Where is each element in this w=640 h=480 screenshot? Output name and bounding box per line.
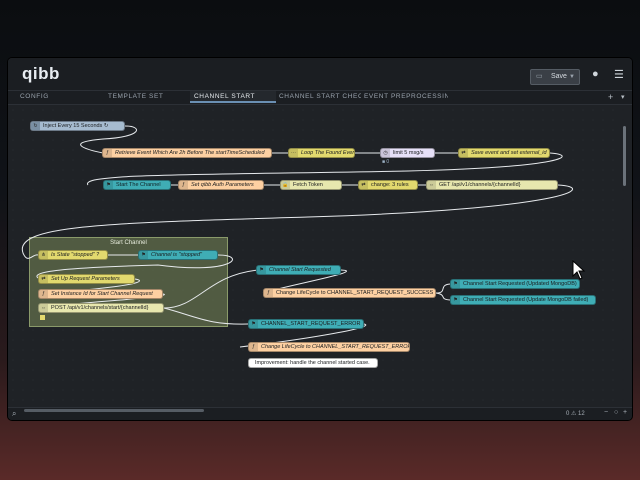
node-label: Set qibb Auth Parameters xyxy=(191,182,254,188)
flow-tabs: CONFIG TEMPLATE SET CHANNEL START CHANNE… xyxy=(8,91,632,105)
chevron-down-icon[interactable]: ▼ xyxy=(569,70,575,84)
change-node-rules[interactable]: ⇄ change: 3 rules xyxy=(358,180,418,190)
node-label: Inject Every 15 Seconds ↻ xyxy=(43,123,109,129)
link-node-start-requested[interactable]: ⚑ Channel Start Requested xyxy=(256,265,341,275)
node-label: Channel Start Requested (Updated MongoDB… xyxy=(463,281,577,287)
clock-icon: ◷ xyxy=(381,149,390,157)
node-label: POST /api/v1/channels/start/{channelId} xyxy=(51,305,149,311)
function-node-retrieve[interactable]: ƒ Retrieve Event Which Are 2h Before The… xyxy=(102,148,272,158)
split-icon: ⋯ xyxy=(289,149,298,157)
node-label: Change LifeCycle to CHANNEL_START_REQUES… xyxy=(276,290,434,296)
node-label: Change LifeCycle to CHANNEL_START_REQUES… xyxy=(261,344,410,350)
status-counts[interactable]: 0 ⚠ 12 xyxy=(566,410,585,417)
function-node-lifecycle-success[interactable]: ƒ Change LifeCycle to CHANNEL_START_REQU… xyxy=(263,288,436,298)
node-label: Is State "stopped" ? xyxy=(51,252,100,258)
link-node-updated-mongodb[interactable]: ⚑ Channel Start Requested (Updated Mongo… xyxy=(450,279,580,289)
flag-icon: ⚑ xyxy=(139,251,148,259)
flag-icon: ⚑ xyxy=(257,266,266,274)
tab-template-set[interactable]: TEMPLATE SET xyxy=(108,91,186,103)
flag-icon: ⚑ xyxy=(451,280,460,288)
function-node-instance-id[interactable]: ƒ Set Instance Id for Start Channel Requ… xyxy=(38,289,163,299)
search-icon[interactable]: ⌕ xyxy=(12,409,16,419)
inject-node[interactable]: ↻ Inject Every 15 Seconds ↻ xyxy=(30,121,125,131)
save-icon: ▭ xyxy=(536,73,543,80)
change-node-request-params[interactable]: ⇄ Set Up Request Parameters xyxy=(38,274,135,284)
function-node-auth[interactable]: ƒ Set qibb Auth Parameters xyxy=(178,180,264,190)
link-node-start-channel[interactable]: ⚑ Start The Channel xyxy=(103,180,171,190)
horizontal-scrollbar[interactable] xyxy=(24,409,204,412)
split-node-loop[interactable]: ⋯ Loop The Found Events xyxy=(288,148,355,158)
switch-icon: ⋔ xyxy=(39,251,48,259)
flag-icon: ⚑ xyxy=(104,181,113,189)
http-get-node[interactable]: ⇔ GET /api/v1/channels/{channelId} xyxy=(426,180,558,190)
zoom-reset-button[interactable]: ○ xyxy=(614,409,618,416)
node-label: limit 5 msg/s xyxy=(393,150,424,156)
tab-channel-start-check[interactable]: CHANNEL START CHECK xyxy=(279,91,361,103)
node-label: Channel is "stopped" xyxy=(151,252,202,258)
tab-channel-start[interactable]: CHANNEL START xyxy=(190,91,276,103)
header-bar: qibb ▭ Save ▼ ● ☰ xyxy=(8,58,632,91)
node-label: GET /api/v1/channels/{channelId} xyxy=(439,182,521,188)
inject-icon: ↻ xyxy=(31,122,40,130)
change-icon: ⇄ xyxy=(459,149,468,157)
tab-event-preprocessing[interactable]: EVENT PREPROCESSING xyxy=(364,91,448,103)
vertical-scrollbar[interactable] xyxy=(623,126,626,186)
menu-icon[interactable]: ☰ xyxy=(614,68,624,81)
node-label: Channel Start Requested xyxy=(269,267,331,273)
link-node-request-error[interactable]: ⚑ CHANNEL_START_REQUEST_ERROR xyxy=(248,319,364,329)
node-label: Set Instance Id for Start Channel Reques… xyxy=(51,291,153,297)
zoom-out-button[interactable]: − xyxy=(604,409,608,416)
function-node-lifecycle-error[interactable]: ƒ Change LifeCycle to CHANNEL_START_REQU… xyxy=(248,342,410,352)
change-icon: ⇄ xyxy=(39,275,48,283)
save-button[interactable]: ▭ Save ▼ xyxy=(530,69,580,85)
node-label: change: 3 rules xyxy=(371,182,409,188)
change-icon: ⇄ xyxy=(359,181,368,189)
http-icon: ⇔ xyxy=(427,181,436,189)
link-node-update-failed[interactable]: ⚑ Channel Start Requested (Update MongoD… xyxy=(450,295,596,305)
tab-list-button[interactable]: ▾ xyxy=(621,93,625,101)
flow-workspace[interactable]: Start Channel ↻ Inject Every 15 Seconds … xyxy=(8,105,620,407)
function-icon: ƒ xyxy=(39,290,48,298)
flag-icon: ⚑ xyxy=(249,320,258,328)
lock-icon: 🔒 xyxy=(281,181,290,189)
link-node-channel-stopped[interactable]: ⚑ Channel is "stopped" xyxy=(138,250,218,260)
http-post-node[interactable]: ⇔ POST /api/v1/channels/start/{channelId… xyxy=(38,303,164,313)
node-label: CHANNEL_START_REQUEST_ERROR xyxy=(261,321,361,327)
delay-node-limit[interactable]: ◷ limit 5 msg/s xyxy=(380,148,435,158)
save-button-label: Save xyxy=(551,73,567,80)
node-label: Retrieve Event Which Are 2h Before The s… xyxy=(115,150,265,156)
node-label: Set Up Request Parameters xyxy=(51,276,120,282)
qibb-logo: qibb xyxy=(22,64,60,83)
flag-icon: ⚑ xyxy=(451,296,460,304)
queue-count: ■ 0 xyxy=(382,159,390,165)
node-label: Loop The Found Events xyxy=(301,150,355,156)
switch-node-is-state[interactable]: ⋔ Is State "stopped" ? xyxy=(38,250,108,260)
node-label: Fetch Token xyxy=(293,182,323,188)
node-label: Start The Channel xyxy=(116,182,161,188)
user-icon[interactable]: ● xyxy=(592,68,599,80)
comment-node[interactable]: Improvement: handle the channel started … xyxy=(248,358,378,368)
change-node-save-event[interactable]: ⇄ Save event and set external_id xyxy=(458,148,550,158)
function-icon: ƒ xyxy=(249,343,258,351)
add-tab-button[interactable]: + xyxy=(608,92,613,102)
zoom-in-button[interactable]: + xyxy=(623,409,627,416)
node-label: Improvement: handle the channel started … xyxy=(255,360,370,366)
http-icon: ⇔ xyxy=(39,304,48,312)
status-bar: ⌕ 0 ⚠ 12 − ○ + xyxy=(8,407,632,420)
function-icon: ƒ xyxy=(179,181,188,189)
fetch-token-node[interactable]: 🔒 Fetch Token xyxy=(280,180,342,190)
node-label: Save event and set external_id xyxy=(471,150,547,156)
function-icon: ƒ xyxy=(264,289,273,297)
tab-config[interactable]: CONFIG xyxy=(20,91,100,103)
mouse-cursor-icon xyxy=(572,260,586,280)
node-label: Channel Start Requested (Update MongoDB … xyxy=(463,297,589,303)
editor-window: qibb ▭ Save ▼ ● ☰ CONFIG TEMPLATE SET CH… xyxy=(8,58,632,420)
function-icon: ƒ xyxy=(103,149,112,157)
